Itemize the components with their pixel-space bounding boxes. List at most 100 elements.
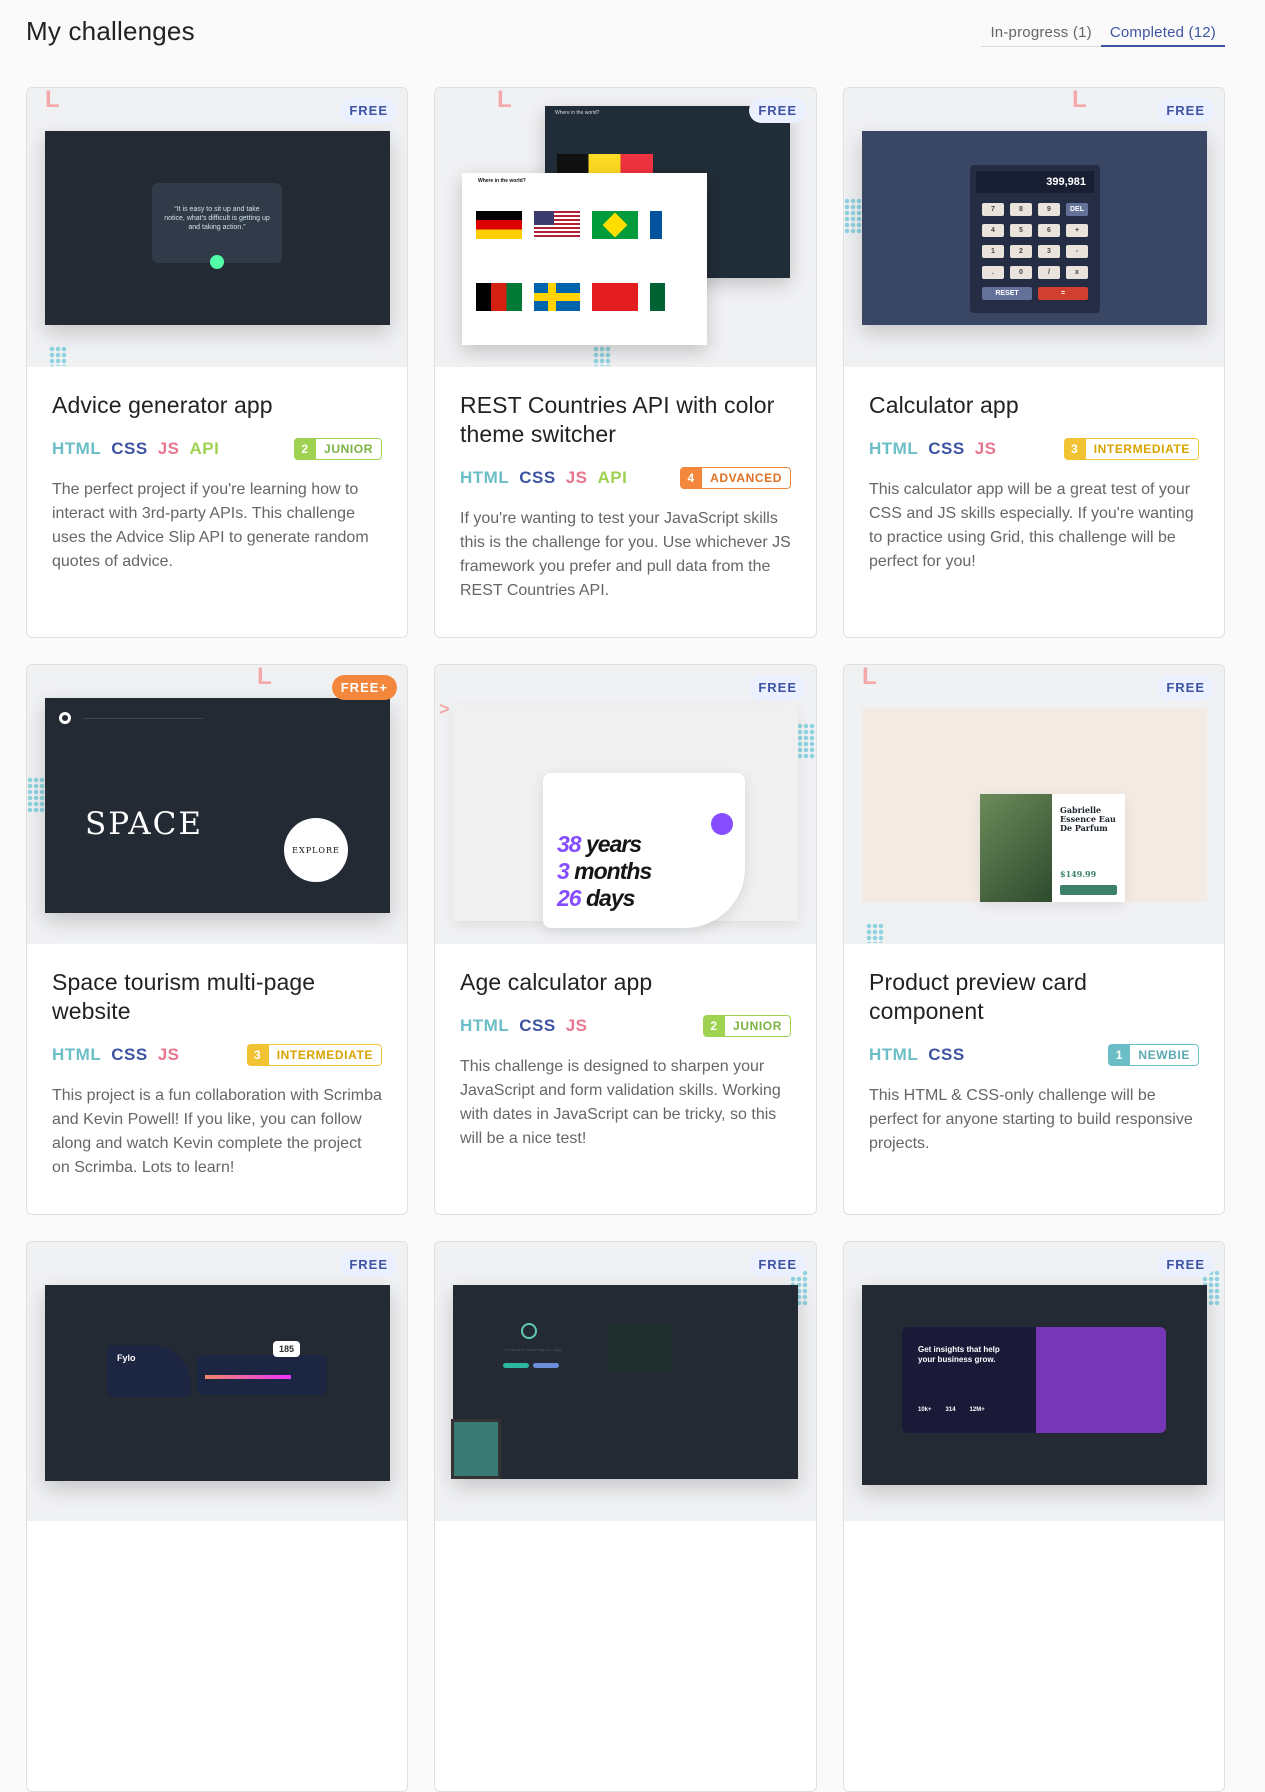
light-theme-preview: Where in the world? xyxy=(462,173,707,345)
challenge-card[interactable]: L 399,981 7 8 9 DEL 4 5 6 +1 2 3-. 0/x RESET = FREE … xyxy=(843,87,1225,638)
hero-title: SPACE xyxy=(85,806,203,842)
tag-js: JS xyxy=(974,439,997,458)
challenge-thumbnail[interactable]: A history of everything you copy FREE xyxy=(435,1242,816,1521)
tag-css: CSS xyxy=(111,1045,148,1064)
product-card-preview: Gabrielle Essence Eau De Parfum $149.99 xyxy=(980,794,1125,902)
device-preview xyxy=(607,1325,673,1371)
tag-css: CSS xyxy=(928,1045,965,1064)
price-badge: FREE xyxy=(749,675,806,700)
difficulty-number: 2 xyxy=(294,438,317,460)
calculator-key: 9 xyxy=(1038,203,1060,216)
screenshot-preview: Gabrielle Essence Eau De Parfum $149.99 xyxy=(862,708,1207,902)
hero-heading: A history of everything you copy xyxy=(504,1347,562,1352)
challenge-card[interactable]: A history of everything you copy FREE xyxy=(434,1241,817,1792)
language-tags: HTML CSS JS xyxy=(52,1045,179,1065)
tag-html: HTML xyxy=(869,1045,919,1064)
challenge-thumbnail[interactable]: Get insights that help your business gro… xyxy=(844,1242,1224,1521)
advice-quote: “It is easy to sit up and take notice, w… xyxy=(164,206,270,231)
challenge-card[interactable]: L SPACE EXPLORE FREE+ Space tourism mult… xyxy=(26,664,408,1215)
challenge-description: This calculator app will be a great test… xyxy=(869,481,1194,570)
decoration-dots xyxy=(844,198,862,234)
challenge-title[interactable]: REST Countries API with color theme swit… xyxy=(460,391,791,449)
advice-preview-card: “It is easy to sit up and take notice, w… xyxy=(152,183,282,269)
screenshot-preview: “It is easy to sit up and take notice, w… xyxy=(45,131,390,325)
challenge-thumbnail[interactable]: L “It is easy to sit up and take notice,… xyxy=(27,88,407,367)
challenge-thumbnail[interactable]: L 399,981 7 8 9 DEL 4 5 6 +1 2 3-. 0 / x RESET = FREE xyxy=(844,88,1224,367)
calculator-key: 4 xyxy=(982,224,1004,237)
challenge-thumbnail[interactable]: > 38 years 3 months 26 days FREE xyxy=(435,665,816,944)
challenge-thumbnail[interactable]: Fylo 185 FREE xyxy=(27,1242,407,1521)
product-image xyxy=(980,794,1052,902)
calculator-key: . xyxy=(982,266,1004,279)
challenge-title[interactable]: Space tourism multi-page website xyxy=(52,968,382,1026)
challenge-title[interactable]: Advice generator app xyxy=(52,391,382,420)
page-title: My challenges xyxy=(26,16,195,46)
challenge-description: This HTML & CSS-only challenge will be p… xyxy=(869,1087,1193,1152)
challenge-description: The perfect project if you're learning h… xyxy=(52,481,369,570)
calculator-key: 3 xyxy=(1038,245,1060,258)
decoration-shape: L xyxy=(45,88,60,113)
flag-algeria xyxy=(650,283,680,311)
challenge-card[interactable]: L Where in the world? Where in the world… xyxy=(434,87,817,638)
age-months: 3 months xyxy=(557,858,652,885)
challenge-thumbnail[interactable]: L Gabrielle Essence Eau De Parfum $149.9… xyxy=(844,665,1224,944)
header-text: Where in the world? xyxy=(555,110,600,116)
challenge-card[interactable]: L “It is easy to sit up and take notice,… xyxy=(26,87,408,638)
stat-queries: 12M+ xyxy=(969,1407,985,1413)
language-tags: HTML CSS JS API xyxy=(52,439,219,459)
clipboard-logo-icon xyxy=(521,1323,537,1339)
calculator-preview: 399,981 7 8 9 DEL 4 5 6 +1 2 3-. 0 / x RESET = xyxy=(970,165,1100,313)
challenge-card[interactable]: Fylo 185 FREE xyxy=(26,1241,408,1792)
calculator-key: + xyxy=(1066,224,1088,237)
stats-heading: Get insights that help your business gro… xyxy=(918,1345,1000,1364)
difficulty-badge: 3 INTERMEDIATE xyxy=(246,1044,382,1066)
flag-iceland xyxy=(650,211,680,239)
challenge-description: This project is a fun collaboration with… xyxy=(52,1087,382,1176)
belgium-flag xyxy=(557,154,653,174)
decoration-dots xyxy=(27,777,45,813)
calculator-key: 2 xyxy=(1010,245,1032,258)
calculator-key: 0 xyxy=(1010,266,1032,279)
fylo-panel: Fylo xyxy=(107,1345,191,1397)
challenge-title[interactable]: Calculator app xyxy=(869,391,1199,420)
tab-completed[interactable]: Completed (12) xyxy=(1100,22,1225,47)
years-label: years xyxy=(580,831,642,857)
challenge-card[interactable]: L Gabrielle Essence Eau De Parfum $149.9… xyxy=(843,664,1225,1215)
price-badge: FREE+ xyxy=(331,675,397,700)
difficulty-number: 1 xyxy=(1108,1044,1131,1066)
calculator-key: 6 xyxy=(1038,224,1060,237)
tag-html: HTML xyxy=(52,1045,102,1064)
calculator-key: 1 xyxy=(982,245,1004,258)
flag-usa xyxy=(534,211,580,239)
challenge-card[interactable]: Get insights that help your business gro… xyxy=(843,1241,1225,1792)
challenge-title[interactable]: Age calculator app xyxy=(460,968,791,997)
difficulty-label: INTERMEDIATE xyxy=(1085,438,1199,460)
flag-aland xyxy=(534,283,580,311)
tag-js: JS xyxy=(157,1045,180,1064)
product-name: Gabrielle Essence Eau De Parfum xyxy=(1060,805,1116,833)
flag-afghanistan xyxy=(476,283,522,311)
days-value: 26 xyxy=(557,885,582,911)
screenshot-preview: A history of everything you copy xyxy=(451,1285,798,1479)
screenshot-preview: 38 years 3 months 26 days xyxy=(453,705,798,928)
challenge-thumbnail[interactable]: L SPACE EXPLORE FREE+ xyxy=(27,665,407,944)
price-badge: FREE xyxy=(1157,675,1214,700)
challenge-title[interactable]: Product preview card component xyxy=(869,968,1199,1026)
age-years: 38 years xyxy=(557,831,651,858)
decoration-shape: > xyxy=(439,699,450,719)
challenge-thumbnail[interactable]: L Where in the world? Where in the world… xyxy=(435,88,816,367)
tag-html: HTML xyxy=(52,439,102,458)
tab-in-progress[interactable]: In-progress (1) xyxy=(981,22,1100,46)
product-price: $149.99 xyxy=(1060,869,1097,879)
tag-js: JS xyxy=(157,439,180,458)
screenshot-preview: Get insights that help your business gro… xyxy=(862,1285,1207,1485)
language-tags: HTML CSS JS xyxy=(869,439,996,459)
challenge-card[interactable]: > 38 years 3 months 26 days FREE Age cal… xyxy=(434,664,817,1215)
difficulty-label: INTERMEDIATE xyxy=(268,1044,382,1066)
tag-css: CSS xyxy=(519,468,556,487)
decoration-dots xyxy=(49,346,67,366)
price-badge: FREE xyxy=(749,1252,806,1277)
logo-icon xyxy=(59,712,71,724)
age-days: 26 days xyxy=(557,885,651,912)
stat-templates: 314 xyxy=(945,1407,956,1413)
